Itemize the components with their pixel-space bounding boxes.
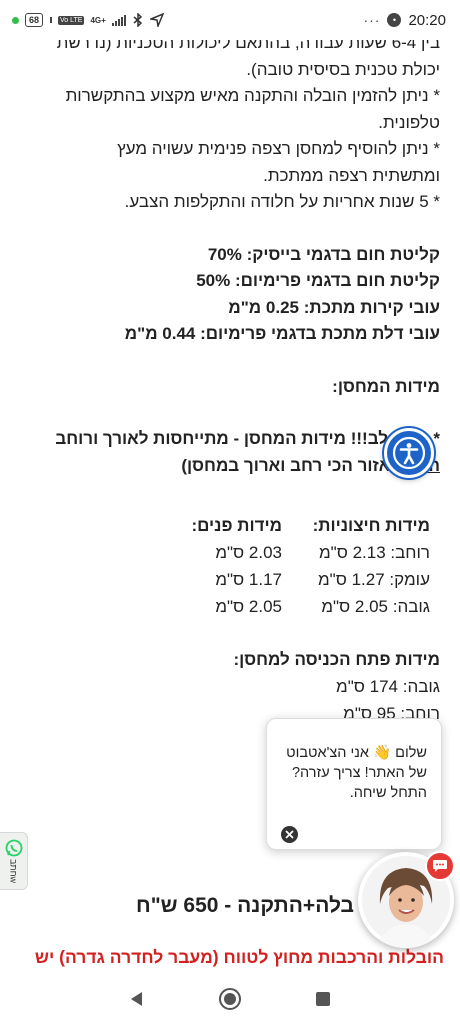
door-heading: מידות פתח הכניסה למחסן: — [233, 649, 440, 669]
internal-depth: 1.17 ס"מ — [215, 569, 282, 589]
overflow-dots: ··· — [363, 12, 381, 28]
bluetooth-icon — [133, 13, 142, 27]
delivery-price: בלה+התקנה - 650 ש"ח — [136, 894, 354, 917]
attention-line: * שימו לב!!! מידות המחסן - מתייחסות לאור… — [55, 429, 440, 448]
dimensions-table: מידות חיצוניות: מידות פנים: רוחב: 2.13 ס… — [130, 512, 440, 727]
back-icon[interactable] — [128, 990, 146, 1008]
accessibility-button[interactable] — [384, 428, 434, 478]
text-line: טלפונית. — [378, 112, 440, 132]
table-row: עומק: 1.27 ס"מ 1.17 ס"מ — [130, 566, 430, 593]
door-height: גובה: 174 ס"מ — [336, 676, 440, 696]
text-line: * ניתן להוסיף למחסן רצפה פנימית עשויה מע… — [117, 139, 440, 158]
spec-heat-basic: קליטת חום בדגמי בייסיק: 70% — [207, 244, 440, 264]
status-icons-left: 68 Vo LTE 4G+ — [12, 13, 164, 27]
chat-bubble-icon — [433, 860, 447, 872]
green-dot-indicator — [12, 16, 19, 24]
navigation-bar — [0, 974, 460, 1024]
status-icons-right: ··· • 20:20 — [363, 12, 446, 29]
delivery-notice: הובלות והרכבות מחוץ לטווח (מעבר לחדרה גד… — [34, 947, 444, 967]
text-line: * 5 שנות אחריות על חלודה והתקלפות הצבע. — [124, 192, 440, 211]
battery-icon: 68 — [25, 13, 44, 27]
external-dimensions-header: מידות חיצוניות: — [312, 515, 430, 535]
accessibility-icon — [392, 436, 426, 470]
product-description: בין 6-4 שעות עבודה, בהתאם ליכולות הטכניו… — [20, 30, 440, 479]
notification-icon: • — [387, 13, 402, 27]
location-arrow-icon — [149, 13, 164, 27]
spec-wall-thickness: עובי קירות מתכת: 0.25 מ"מ — [228, 297, 440, 317]
external-height: גובה: 2.05 ס"מ — [321, 596, 430, 616]
close-icon — [285, 830, 294, 839]
recents-icon[interactable] — [314, 990, 332, 1008]
text-line: יכולת טכנית בסיסית טובה). — [246, 59, 440, 79]
status-bar: 68 Vo LTE 4G+ ··· • 20:20 — [0, 0, 460, 40]
signal-icon — [111, 14, 126, 26]
spec-heat-premium: קליטת חום בדגמי פרימיום: 50% — [196, 271, 440, 290]
battery-level: 68 — [29, 15, 40, 25]
dimensions-header-row: מידות חיצוניות: מידות פנים: — [130, 512, 430, 539]
battery-tip — [50, 17, 53, 23]
whatsapp-tab[interactable]: wחתב — [0, 832, 28, 890]
external-depth: עומק: 1.27 ס"מ — [318, 569, 430, 589]
volte-badge: Vo LTE — [58, 15, 85, 25]
chatbot-message: שלום 👋 אני הצ'אטבוט של האתר! צריך עזרה? … — [286, 745, 427, 801]
attention-line-2: הגג (האזור הכי רחב וארוך במחסן) — [20, 453, 440, 480]
attention-line-2-rest: (האזור הכי רחב וארוך במחסן) — [181, 455, 413, 475]
text-line: * ניתן להזמין הובלה והתקנה מאיש מקצוע בה… — [65, 86, 440, 105]
whatsapp-icon — [5, 839, 22, 857]
close-chat-button[interactable] — [281, 826, 298, 843]
home-icon[interactable] — [218, 987, 242, 1011]
clock-time: 20:20 — [408, 11, 446, 29]
internal-height: 2.05 ס"מ — [215, 596, 282, 616]
spec-door-thickness: עובי דלת מתכת בדגמי פרימיום: 0.44 מ"מ — [124, 324, 440, 343]
text-line: ומתשתית רצפה ממתכת. — [263, 165, 440, 185]
external-width: רוחב: 2.13 ס"מ — [319, 542, 430, 562]
internal-dimensions-header: מידות פנים: — [191, 515, 282, 535]
internal-width: 2.03 ס"מ — [215, 542, 282, 562]
chat-badge[interactable] — [425, 851, 455, 881]
table-row: גובה: 2.05 ס"מ 2.05 ס"מ — [130, 593, 430, 620]
table-row: רוחב: 2.13 ס"מ 2.03 ס"מ — [130, 539, 430, 566]
network-type: 4G+ — [90, 15, 106, 25]
whatsapp-label: wחתב — [8, 859, 19, 884]
dimensions-heading: מידות המחסן: — [332, 376, 440, 396]
chatbot-bubble[interactable]: שלום 👋 אני הצ'אטבוט של האתר! צריך עזרה? … — [266, 718, 442, 850]
